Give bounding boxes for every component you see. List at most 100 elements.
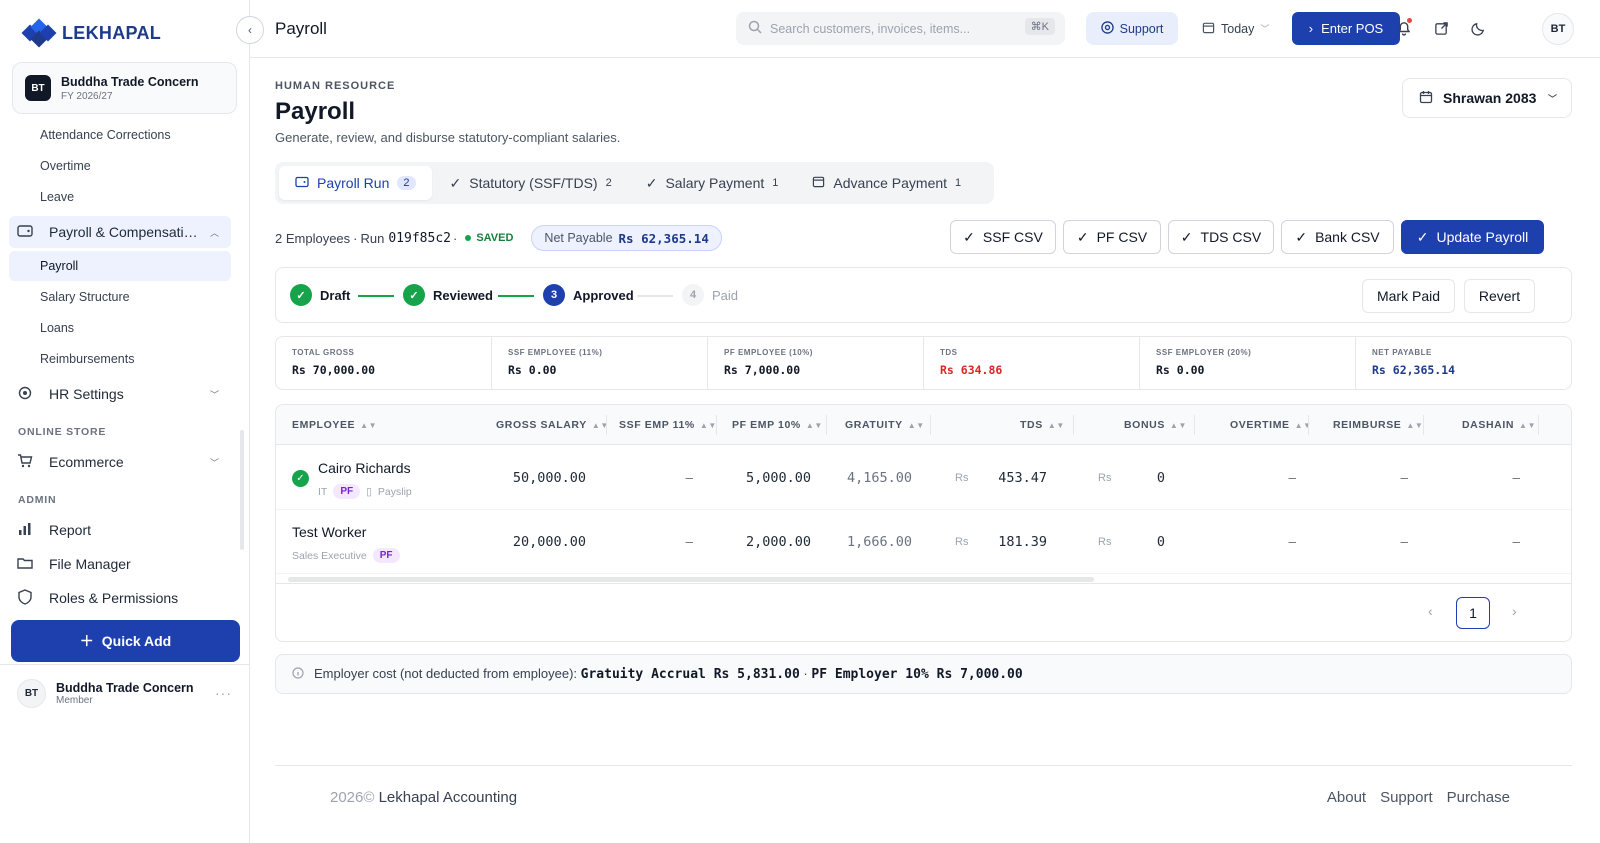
table-row[interactable]: ✓ Cairo Richards IT PF ▯ Payslip 50,000.… (276, 446, 1571, 510)
sidebar-group-payroll[interactable]: Payroll & Compensati… ︿ (9, 216, 231, 248)
update-payroll-label: Update Payroll (1436, 229, 1529, 245)
chevron-left-icon[interactable]: ‹ (1428, 603, 1433, 619)
column-header-gross[interactable]: GROSS SALARY ▲▼ (496, 419, 609, 431)
tab-advance-payment[interactable]: Advance Payment 1 (796, 166, 977, 200)
column-divider[interactable] (606, 415, 607, 435)
tab-salary-payment[interactable]: ✓ Salary Payment 1 (630, 166, 795, 200)
employee-name[interactable]: Test Worker (292, 524, 366, 540)
user-menu[interactable]: BT Buddha Trade Concern Member ··· (0, 664, 250, 722)
column-label: GROSS SALARY (496, 419, 587, 431)
column-divider[interactable] (1423, 415, 1424, 435)
sidebar-item-overtime[interactable]: Overtime (40, 159, 91, 173)
mark-paid-button[interactable]: Mark Paid (1362, 279, 1455, 313)
column-divider[interactable] (1308, 415, 1309, 435)
bank-csv-button[interactable]: ✓ Bank CSV (1281, 220, 1394, 254)
document-icon: ▯ (366, 485, 372, 498)
tds: 181.39 (998, 534, 1047, 550)
column-header-ssf[interactable]: SSF EMP 11% ▲▼ (619, 419, 717, 431)
search-box[interactable]: ⌘K (736, 12, 1065, 45)
ssf-csv-button[interactable]: ✓ SSF CSV (950, 220, 1056, 254)
date-filter-button[interactable]: Today ﹀ (1202, 12, 1280, 45)
enter-pos-button[interactable]: › Enter POS (1292, 12, 1400, 45)
reimburse: – (1400, 534, 1408, 549)
tds: 453.47 (998, 470, 1047, 486)
support-button[interactable]: Support (1086, 12, 1178, 45)
employee-dept: Sales Executive (292, 549, 367, 562)
bell-icon[interactable] (1393, 17, 1415, 39)
column-header-dashain[interactable]: DASHAIN ▲▼ (1462, 419, 1536, 431)
more-icon[interactable]: ··· (215, 685, 232, 701)
bonus: 0 (1156, 534, 1165, 550)
sidebar-item-reimbursements[interactable]: Reimbursements (40, 352, 134, 366)
column-label: BONUS (1124, 419, 1165, 431)
run-label: Run (360, 230, 385, 246)
column-divider[interactable] (716, 415, 717, 435)
column-divider[interactable] (826, 415, 827, 435)
payslip-link[interactable]: Payslip (378, 486, 412, 498)
period-select[interactable]: Shrawan 2083 ﹀ (1402, 78, 1572, 118)
page-button-current[interactable]: 1 (1456, 597, 1490, 629)
sidebar-scrollbar[interactable] (240, 430, 244, 550)
bank-csv-label: Bank CSV (1315, 229, 1380, 245)
stat-tds: TDS Rs 634.86 (924, 337, 1140, 389)
sidebar-item-salary-structure[interactable]: Salary Structure (40, 290, 130, 304)
horizontal-scrollbar-thumb[interactable] (288, 577, 1094, 582)
copyright-company: Lekhapal Accounting (378, 789, 518, 806)
sidebar-item-report[interactable]: Report (9, 514, 231, 546)
org-name: Buddha Trade Concern (61, 74, 199, 89)
check-icon: ✓ (645, 174, 658, 191)
revert-button[interactable]: Revert (1464, 279, 1535, 313)
pf-csv-button[interactable]: ✓ PF CSV (1063, 220, 1161, 254)
quick-add-button[interactable]: ＋ Quick Add (11, 620, 240, 662)
sidebar-item-payroll[interactable]: Payroll (9, 251, 231, 281)
employee-name[interactable]: Cairo Richards (318, 460, 411, 476)
sidebar-nav: Attendance Corrections Overtime Leave Pa… (0, 124, 250, 609)
tab-statutory[interactable]: ✓ Statutory (SSF/TDS) 2 (434, 166, 628, 200)
footer-link-support[interactable]: Support (1380, 789, 1433, 806)
footer-link-about[interactable]: About (1327, 789, 1366, 806)
sidebar-item-attendance-corrections[interactable]: Attendance Corrections (40, 128, 171, 142)
separator: · (803, 666, 808, 681)
collapse-sidebar-button[interactable]: ‹ (236, 16, 264, 44)
sidebar-item-roles[interactable]: Roles & Permissions (9, 582, 231, 609)
column-divider[interactable] (1538, 415, 1539, 435)
column-header-employee[interactable]: EMPLOYEE ▲▼ (292, 419, 377, 431)
column-divider[interactable] (930, 415, 931, 435)
moon-icon[interactable] (1467, 17, 1489, 39)
tds-csv-button[interactable]: ✓ TDS CSV (1168, 220, 1274, 254)
sidebar-item-loans[interactable]: Loans (40, 321, 74, 335)
step-connector (498, 295, 534, 297)
column-header-overtime[interactable]: OVERTIME ▲▼ (1230, 419, 1312, 431)
sidebar-item-leave[interactable]: Leave (40, 190, 74, 204)
step-number: 3 (543, 284, 565, 306)
table-row[interactable]: Test Worker Sales Executive PF 20,000.00… (276, 510, 1571, 574)
column-header-bonus[interactable]: BONUS ▲▼ (1124, 419, 1187, 431)
ssf-csv-label: SSF CSV (982, 229, 1043, 245)
column-header-pf[interactable]: PF EMP 10% ▲▼ (732, 419, 823, 431)
gratuity: 1,666.00 (846, 534, 912, 550)
brand-logo[interactable]: LEKHAPAL (21, 18, 161, 48)
chevron-right-icon[interactable]: › (1512, 603, 1517, 619)
pf-employer: PF Employer 10% Rs 7,000.00 (811, 667, 1023, 682)
sidebar-group-ecommerce[interactable]: Ecommerce ﹀ (9, 446, 231, 478)
avatar[interactable]: BT (1542, 13, 1574, 45)
footer-link-purchase[interactable]: Purchase (1447, 789, 1510, 806)
chevron-down-icon: ﹀ (1547, 93, 1557, 104)
chevron-right-icon: › (1308, 21, 1314, 36)
column-header-tds[interactable]: TDS ▲▼ (1020, 419, 1065, 431)
column-header-gratuity[interactable]: GRATUITY ▲▼ (845, 419, 925, 431)
org-switcher[interactable]: BT Buddha Trade Concern FY 2026/27 (12, 62, 237, 114)
sidebar-item-file-manager[interactable]: File Manager (9, 548, 231, 580)
external-link-icon[interactable] (1430, 17, 1452, 39)
net-payable-label: Net Payable (544, 231, 613, 245)
sidebar-group-hr-settings[interactable]: HR Settings ﹀ (9, 378, 231, 410)
column-divider[interactable] (1194, 415, 1195, 435)
update-payroll-button[interactable]: ✓ Update Payroll (1401, 220, 1544, 254)
search-input[interactable] (770, 21, 1020, 36)
report-icon (17, 521, 43, 540)
column-header-reimburse[interactable]: REIMBURSE ▲▼ (1333, 419, 1423, 431)
org-avatar: BT (25, 75, 51, 101)
tab-payroll-run[interactable]: Payroll Run 2 (279, 166, 432, 200)
column-label: SSF EMP 11% (619, 419, 695, 431)
column-divider[interactable] (1073, 415, 1074, 435)
